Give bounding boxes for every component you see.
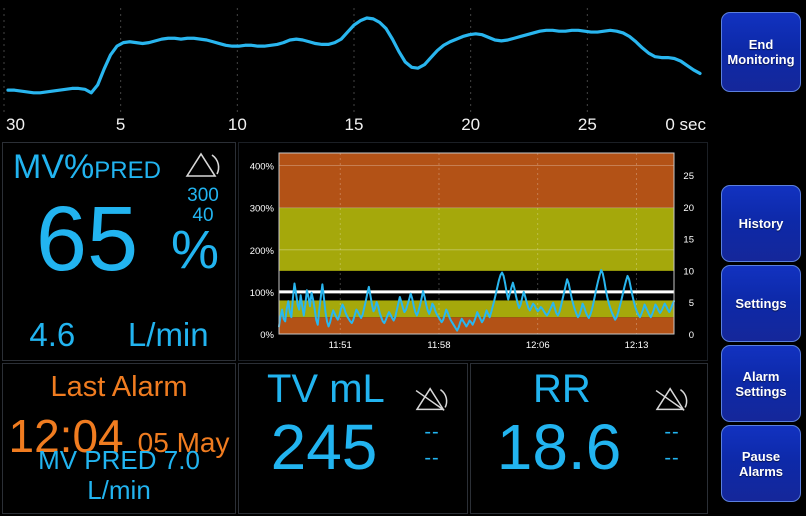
mv-alarm-limits[interactable]: 300 40 bbox=[179, 149, 227, 226]
waveform-tick-20: 20 bbox=[461, 115, 481, 134]
alarm-settings-button[interactable]: Alarm Settings bbox=[721, 345, 801, 422]
mv-percent-pred-panel[interactable]: MV%PRED 300 40 65 % 4.6 L/min bbox=[2, 142, 236, 361]
pause-alarms-button[interactable]: Pause Alarms bbox=[721, 425, 801, 502]
waveform-tick-0: 0 sec bbox=[665, 115, 706, 134]
trend-chart: 0% 100% 200% 300% 400% 0 5 10 15 20 25 11:51 11:58 12… bbox=[250, 152, 694, 351]
waveform-tick-25: 25 bbox=[577, 115, 597, 134]
mv-secondary-unit: L/min bbox=[127, 316, 209, 353]
waveform-tick-15: 15 bbox=[344, 115, 364, 134]
last-alarm-panel[interactable]: Last Alarm 12:04 05 May MV PRED 7.0 L/mi… bbox=[2, 363, 236, 514]
waveform-tick-10: 10 bbox=[227, 115, 247, 134]
waveform-panel: 30 25 20 15 10 5 0 sec bbox=[0, 0, 710, 140]
tv-alarm-low: -- bbox=[424, 447, 440, 469]
mv-unit: % bbox=[170, 220, 219, 280]
mv-panel-title: MV%PRED bbox=[13, 147, 161, 191]
mv-alarm-high: 300 bbox=[187, 185, 219, 206]
trend-time-tick-12-06: 12:06 bbox=[526, 340, 550, 351]
mv-secondary-value: 4.6 bbox=[29, 316, 76, 353]
trend-left-tick-400: 400% bbox=[250, 162, 275, 173]
alarm-on-icon bbox=[185, 152, 220, 177]
waveform-time-axis: 30 25 20 15 10 5 0 sec bbox=[0, 112, 710, 138]
rr-alarm-high: -- bbox=[664, 421, 680, 443]
mv-title-sub: PRED bbox=[94, 157, 161, 184]
trend-right-tick-25: 25 bbox=[683, 171, 694, 182]
alarm-off-icon bbox=[415, 387, 448, 411]
tv-value: 245 bbox=[270, 411, 378, 483]
mv-title-main: MV% bbox=[13, 148, 95, 186]
respiratory-rate-panel[interactable]: RR 18.6 -- -- bbox=[470, 363, 708, 514]
trend-left-tick-0: 0% bbox=[260, 330, 274, 341]
trend-time-tick-12-13: 12:13 bbox=[625, 340, 649, 351]
end-monitoring-button[interactable]: End Monitoring bbox=[721, 12, 801, 92]
trend-chart-panel[interactable]: 0% 100% 200% 300% 400% 0 5 10 15 20 25 11:51 11:58 12… bbox=[238, 142, 708, 361]
rr-alarm-low: -- bbox=[664, 447, 680, 469]
tidal-volume-panel[interactable]: TV mL 245 -- -- bbox=[238, 363, 468, 514]
waveform-tick-30: 30 bbox=[6, 115, 25, 134]
trend-time-tick-11-58: 11:58 bbox=[427, 340, 450, 351]
mv-secondary-row: 4.6 L/min bbox=[3, 316, 235, 354]
trend-right-tick-20: 20 bbox=[683, 203, 694, 214]
trend-time-tick-11-51: 11:51 bbox=[329, 340, 352, 351]
rr-value: 18.6 bbox=[496, 411, 622, 483]
tv-alarm-limits[interactable]: -- -- bbox=[407, 384, 457, 471]
trend-right-tick-5: 5 bbox=[689, 298, 694, 309]
trend-left-tick-200: 200% bbox=[250, 246, 275, 257]
tv-panel-title: TV mL bbox=[267, 367, 385, 411]
trend-right-tick-10: 10 bbox=[683, 266, 694, 277]
monitor-screen: 30 25 20 15 10 5 0 sec MV%PRED 300 40 65 % 4.6… bbox=[0, 0, 806, 516]
rr-panel-title: RR bbox=[533, 367, 591, 411]
sidebar: End Monitoring History Settings Alarm Se… bbox=[710, 0, 806, 516]
waveform-tick-5: 5 bbox=[115, 115, 126, 134]
last-alarm-title: Last Alarm bbox=[50, 371, 188, 403]
trend-right-tick-15: 15 bbox=[683, 235, 694, 246]
history-button[interactable]: History bbox=[721, 185, 801, 262]
trend-right-tick-0: 0 bbox=[689, 330, 694, 341]
respiration-waveform-trace bbox=[3, 8, 702, 114]
mv-value: 65 bbox=[35, 188, 139, 290]
alarm-off-icon bbox=[655, 387, 688, 411]
trend-left-tick-300: 300% bbox=[250, 204, 275, 215]
tv-alarm-high: -- bbox=[424, 421, 440, 443]
rr-alarm-limits[interactable]: -- -- bbox=[647, 384, 697, 471]
trend-left-tick-100: 100% bbox=[250, 288, 275, 299]
last-alarm-detail: MV PRED 7.0 L/min bbox=[38, 445, 200, 505]
settings-button[interactable]: Settings bbox=[721, 265, 801, 342]
